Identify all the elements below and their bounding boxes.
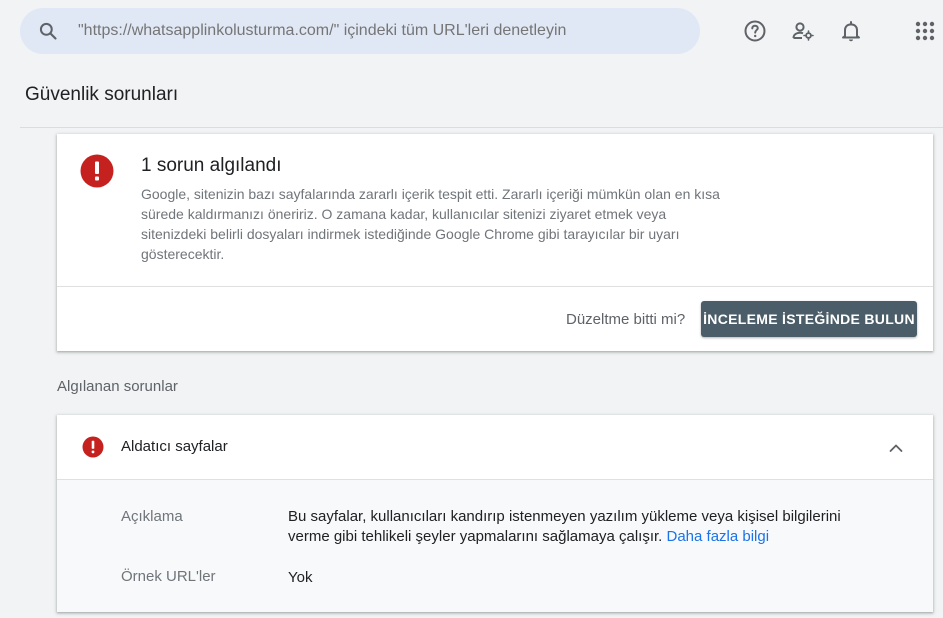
card-divider: [57, 286, 933, 287]
fixed-question: Düzeltme bitti mi?: [566, 311, 686, 328]
issue-detail-body: Açıklama Bu sayfalar, kullanıcıları kand…: [57, 479, 933, 612]
description-label: Açıklama: [121, 508, 183, 525]
search-bar[interactable]: [20, 8, 700, 54]
notifications-icon[interactable]: [839, 19, 863, 43]
issue-detail-header[interactable]: Aldatıcı sayfalar: [57, 415, 933, 479]
request-review-button[interactable]: İNCELEME İSTEĞİNDE BULUN: [701, 301, 917, 337]
error-icon: [80, 154, 114, 188]
issue-description: Google, sitenizin bazı sayfalarında zara…: [141, 186, 720, 262]
description-value: Bu sayfalar, kullanıcıları kandırıp iste…: [288, 507, 858, 547]
search-icon[interactable]: [38, 21, 58, 41]
issue-detail-card: Aldatıcı sayfalar Açıklama Bu sayfalar, …: [57, 415, 933, 612]
help-icon[interactable]: [743, 19, 767, 43]
sample-urls-value: Yok: [288, 569, 313, 586]
learn-more-link[interactable]: Daha fazla bilgi: [667, 528, 770, 545]
detected-issues-label: Algılanan sorunlar: [57, 378, 178, 395]
issue-count-title: 1 sorun algılandı: [141, 155, 282, 176]
issue-summary-card: 1 sorun algılandı Google, sitenizin bazı…: [57, 134, 933, 351]
chevron-up-icon[interactable]: [887, 439, 905, 457]
manage-users-icon[interactable]: [791, 19, 815, 43]
sample-urls-label: Örnek URL'ler: [121, 568, 216, 585]
title-divider: [20, 127, 943, 128]
top-bar: [0, 0, 943, 64]
apps-grid-icon[interactable]: [913, 19, 937, 43]
error-icon: [82, 436, 104, 458]
page-title: Güvenlik sorunları: [25, 84, 179, 105]
issue-type-title: Aldatıcı sayfalar: [121, 438, 228, 455]
search-input[interactable]: [78, 8, 688, 54]
